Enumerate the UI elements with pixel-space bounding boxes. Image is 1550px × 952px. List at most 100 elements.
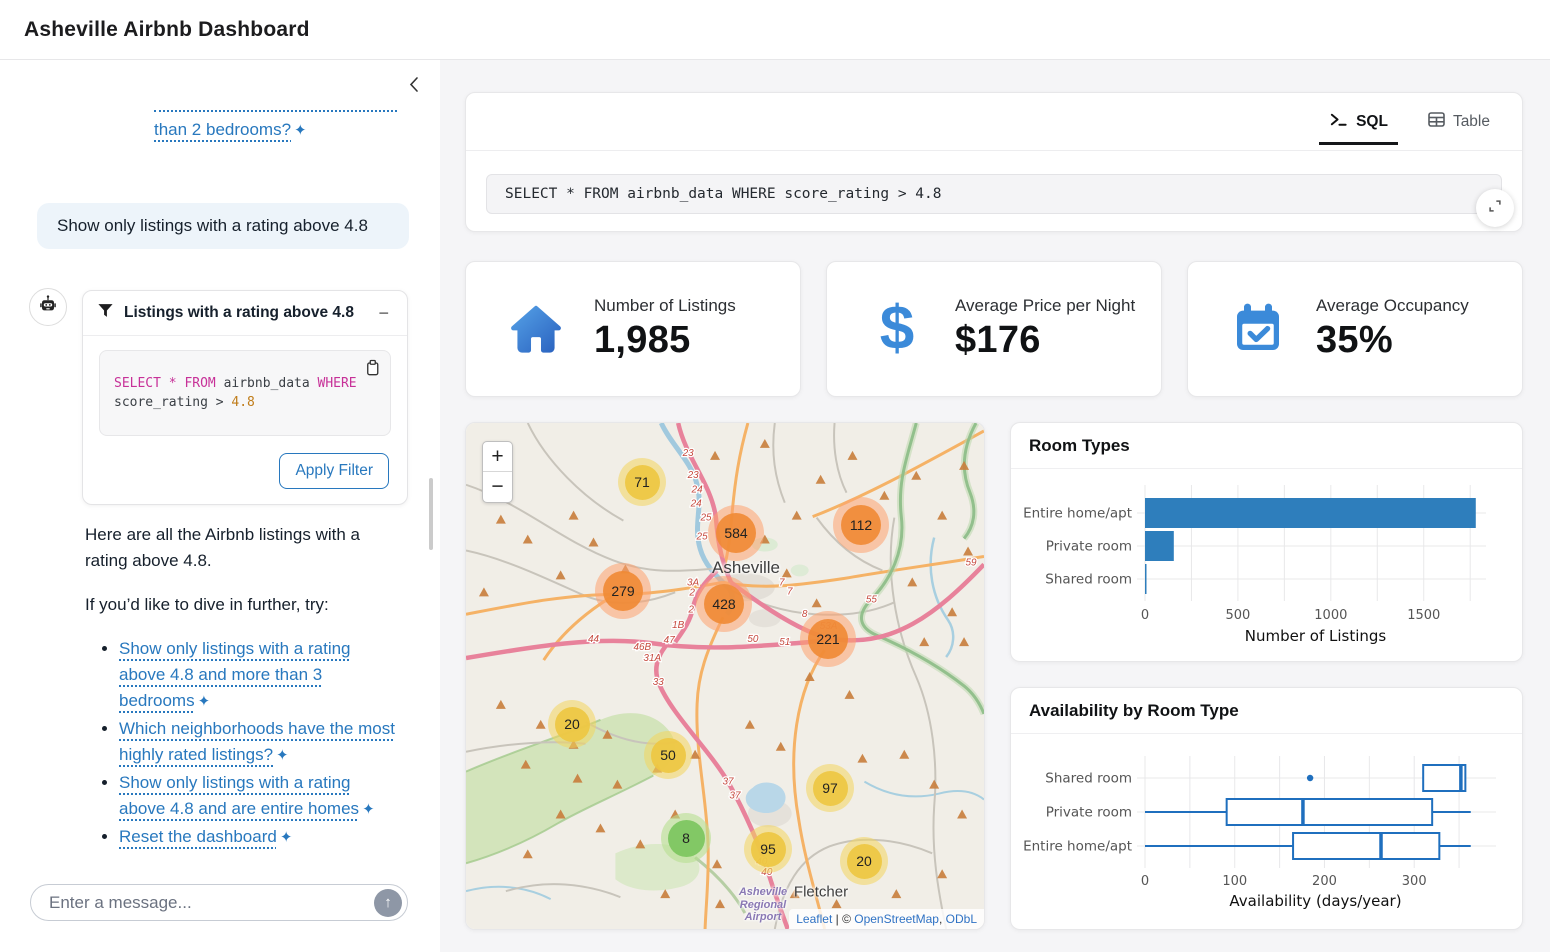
sparkle-icon: ✦ <box>362 801 375 818</box>
user-message-bubble: Show only listings with a rating above 4… <box>37 203 409 249</box>
calendar-check-icon <box>1226 297 1290 361</box>
map-cluster-marker[interactable]: 279 <box>595 563 651 619</box>
svg-text:500: 500 <box>1226 608 1251 623</box>
suggestion-link[interactable]: Show only listings with a rating above 4… <box>119 773 375 818</box>
bot-response-prompt: If you’d like to dive in further, try: <box>85 592 407 618</box>
apply-filter-button[interactable]: Apply Filter <box>279 453 389 489</box>
map-cluster-marker[interactable]: 221 <box>800 611 856 667</box>
map-cluster-marker[interactable]: 50 <box>644 731 692 779</box>
osm-link[interactable]: OpenStreetMap <box>854 912 939 926</box>
filter-funnel-icon <box>97 302 114 324</box>
stat-label: Average Occupancy <box>1316 296 1469 316</box>
copy-icon[interactable] <box>362 358 381 385</box>
stat-card-price: $ Average Price per Night $176 <box>826 261 1162 397</box>
map-cluster-marker[interactable]: 20 <box>548 700 596 748</box>
filter-card-title: Listings with a rating above 4.8 <box>124 304 354 322</box>
table-icon <box>1428 112 1445 132</box>
list-item: Which neighborhoods have the most highly… <box>119 716 398 769</box>
filter-card-collapse-button[interactable]: − <box>374 304 393 322</box>
suggestion-link[interactable]: Which neighborhoods have the most highly… <box>119 719 395 764</box>
clipped-link-underline <box>154 110 397 117</box>
availability-card: Availability by Room Type Shared room Pri… <box>1010 687 1523 930</box>
list-item: Show only listings with a rating above 4… <box>119 770 398 823</box>
message-input[interactable] <box>49 893 374 913</box>
svg-text:100: 100 <box>1222 874 1247 889</box>
sidebar-collapse-button[interactable] <box>402 76 424 98</box>
sparkle-icon: ✦ <box>294 122 307 139</box>
map-cluster-marker[interactable]: 20 <box>840 837 888 885</box>
house-icon <box>504 297 568 361</box>
sparkle-icon: ✦ <box>280 829 293 846</box>
svg-text:Private room: Private room <box>1046 539 1132 555</box>
svg-text:Availability (days/year): Availability (days/year) <box>1229 892 1401 910</box>
svg-text:0: 0 <box>1141 874 1149 889</box>
room-types-bar-chart: Entire home/apt Private room Shared room 0 5… <box>1011 469 1522 661</box>
filter-sql-code: SELECT * FROM airbnb_data WHERE score_ra… <box>99 350 391 436</box>
odbl-link[interactable]: ODbL <box>946 912 977 926</box>
app-header: Asheville Airbnb Dashboard <box>0 0 1550 60</box>
query-card: SQL Table SELECT * FROM airbnb_data WHER… <box>465 92 1523 232</box>
zoom-out-button[interactable]: − <box>483 472 512 502</box>
map-cluster-marker[interactable]: 428 <box>696 576 752 632</box>
expand-icon <box>1487 198 1503 219</box>
stat-value: 1,985 <box>594 319 736 362</box>
availability-box-plot: Shared room Private room Entire home/apt 0 1… <box>1011 734 1522 929</box>
map-cluster-marker[interactable]: 8 <box>661 813 711 863</box>
suggestion-list: Show only listings with a rating above 4… <box>102 636 398 852</box>
svg-text:Entire home/apt: Entire home/apt <box>1023 506 1132 522</box>
bot-response-text: Here are all the Airbnb listings with a … <box>85 522 407 574</box>
map-cluster-marker[interactable]: 112 <box>833 497 889 553</box>
svg-text:300: 300 <box>1402 874 1427 889</box>
svg-text:Number of Listings: Number of Listings <box>1245 627 1387 645</box>
map-cluster-marker[interactable]: 95 <box>744 825 792 873</box>
svg-text:0: 0 <box>1141 608 1149 623</box>
map-cluster-marker[interactable]: 584 <box>708 505 764 561</box>
sparkle-icon: ✦ <box>198 693 211 710</box>
view-tabs: SQL Table <box>466 93 1522 151</box>
sql-query-display: SELECT * FROM airbnb_data WHERE score_ra… <box>486 174 1502 214</box>
map-cluster-layer: 71 584 112 279 428 221 20 50 97 8 95 20 <box>466 423 984 929</box>
stat-value: $176 <box>955 319 1135 362</box>
svg-text:Shared room: Shared room <box>1045 572 1132 588</box>
clipped-suggestion-link[interactable]: than 2 bedrooms?✦ <box>154 110 397 144</box>
room-types-card: Room Types Entire home/apt Private room Sh… <box>1010 422 1523 662</box>
dollar-icon: $ <box>865 297 929 361</box>
map-cluster-marker[interactable]: 71 <box>618 458 666 506</box>
tab-sql[interactable]: SQL <box>1327 93 1390 150</box>
expand-query-button[interactable] <box>1476 189 1514 227</box>
sparkle-icon: ✦ <box>276 747 289 764</box>
tab-table[interactable]: Table <box>1426 93 1492 150</box>
stat-card-occupancy: Average Occupancy 35% <box>1187 261 1523 397</box>
map-zoom-control: + − <box>482 441 513 503</box>
svg-text:1000: 1000 <box>1314 608 1347 623</box>
stat-label: Average Price per Night <box>955 296 1135 316</box>
chart-title: Room Types <box>1011 423 1522 469</box>
message-input-bar: ↑ <box>30 884 408 921</box>
sidebar-scrollbar[interactable] <box>429 478 433 550</box>
chat-sidebar: than 2 bedrooms?✦ Show only listings wit… <box>0 60 440 952</box>
leaflet-link[interactable]: Leaflet <box>796 912 832 926</box>
bot-avatar <box>29 288 67 326</box>
map-attribution: Leaflet | © OpenStreetMap, ODbL <box>789 909 984 929</box>
svg-text:Private room: Private room <box>1046 805 1132 821</box>
stat-value: 35% <box>1316 319 1469 362</box>
page-title: Asheville Airbnb Dashboard <box>24 18 310 42</box>
stat-label: Number of Listings <box>594 296 736 316</box>
map-cluster-marker[interactable]: 97 <box>806 764 854 812</box>
stat-card-listings: Number of Listings 1,985 <box>465 261 801 397</box>
send-button[interactable]: ↑ <box>374 889 402 917</box>
terminal-icon <box>1329 112 1348 132</box>
filter-card: Listings with a rating above 4.8 − SELEC… <box>82 290 408 505</box>
arrow-up-icon: ↑ <box>384 894 392 911</box>
listings-map[interactable]: 2323242425253A221B4446B4731A505153A33373… <box>465 422 985 930</box>
dashboard-main: SQL Table SELECT * FROM airbnb_data WHER… <box>440 60 1550 952</box>
svg-text:Shared room: Shared room <box>1045 771 1132 787</box>
zoom-in-button[interactable]: + <box>483 442 512 472</box>
svg-text:1500: 1500 <box>1407 608 1440 623</box>
chevron-left-icon <box>408 76 419 98</box>
list-item: Reset the dashboard✦ <box>119 824 398 851</box>
svg-text:Entire home/apt: Entire home/apt <box>1023 839 1132 855</box>
suggestion-link[interactable]: Show only listings with a rating above 4… <box>119 639 351 710</box>
chart-title: Availability by Room Type <box>1011 688 1522 734</box>
suggestion-link[interactable]: Reset the dashboard✦ <box>119 827 292 846</box>
